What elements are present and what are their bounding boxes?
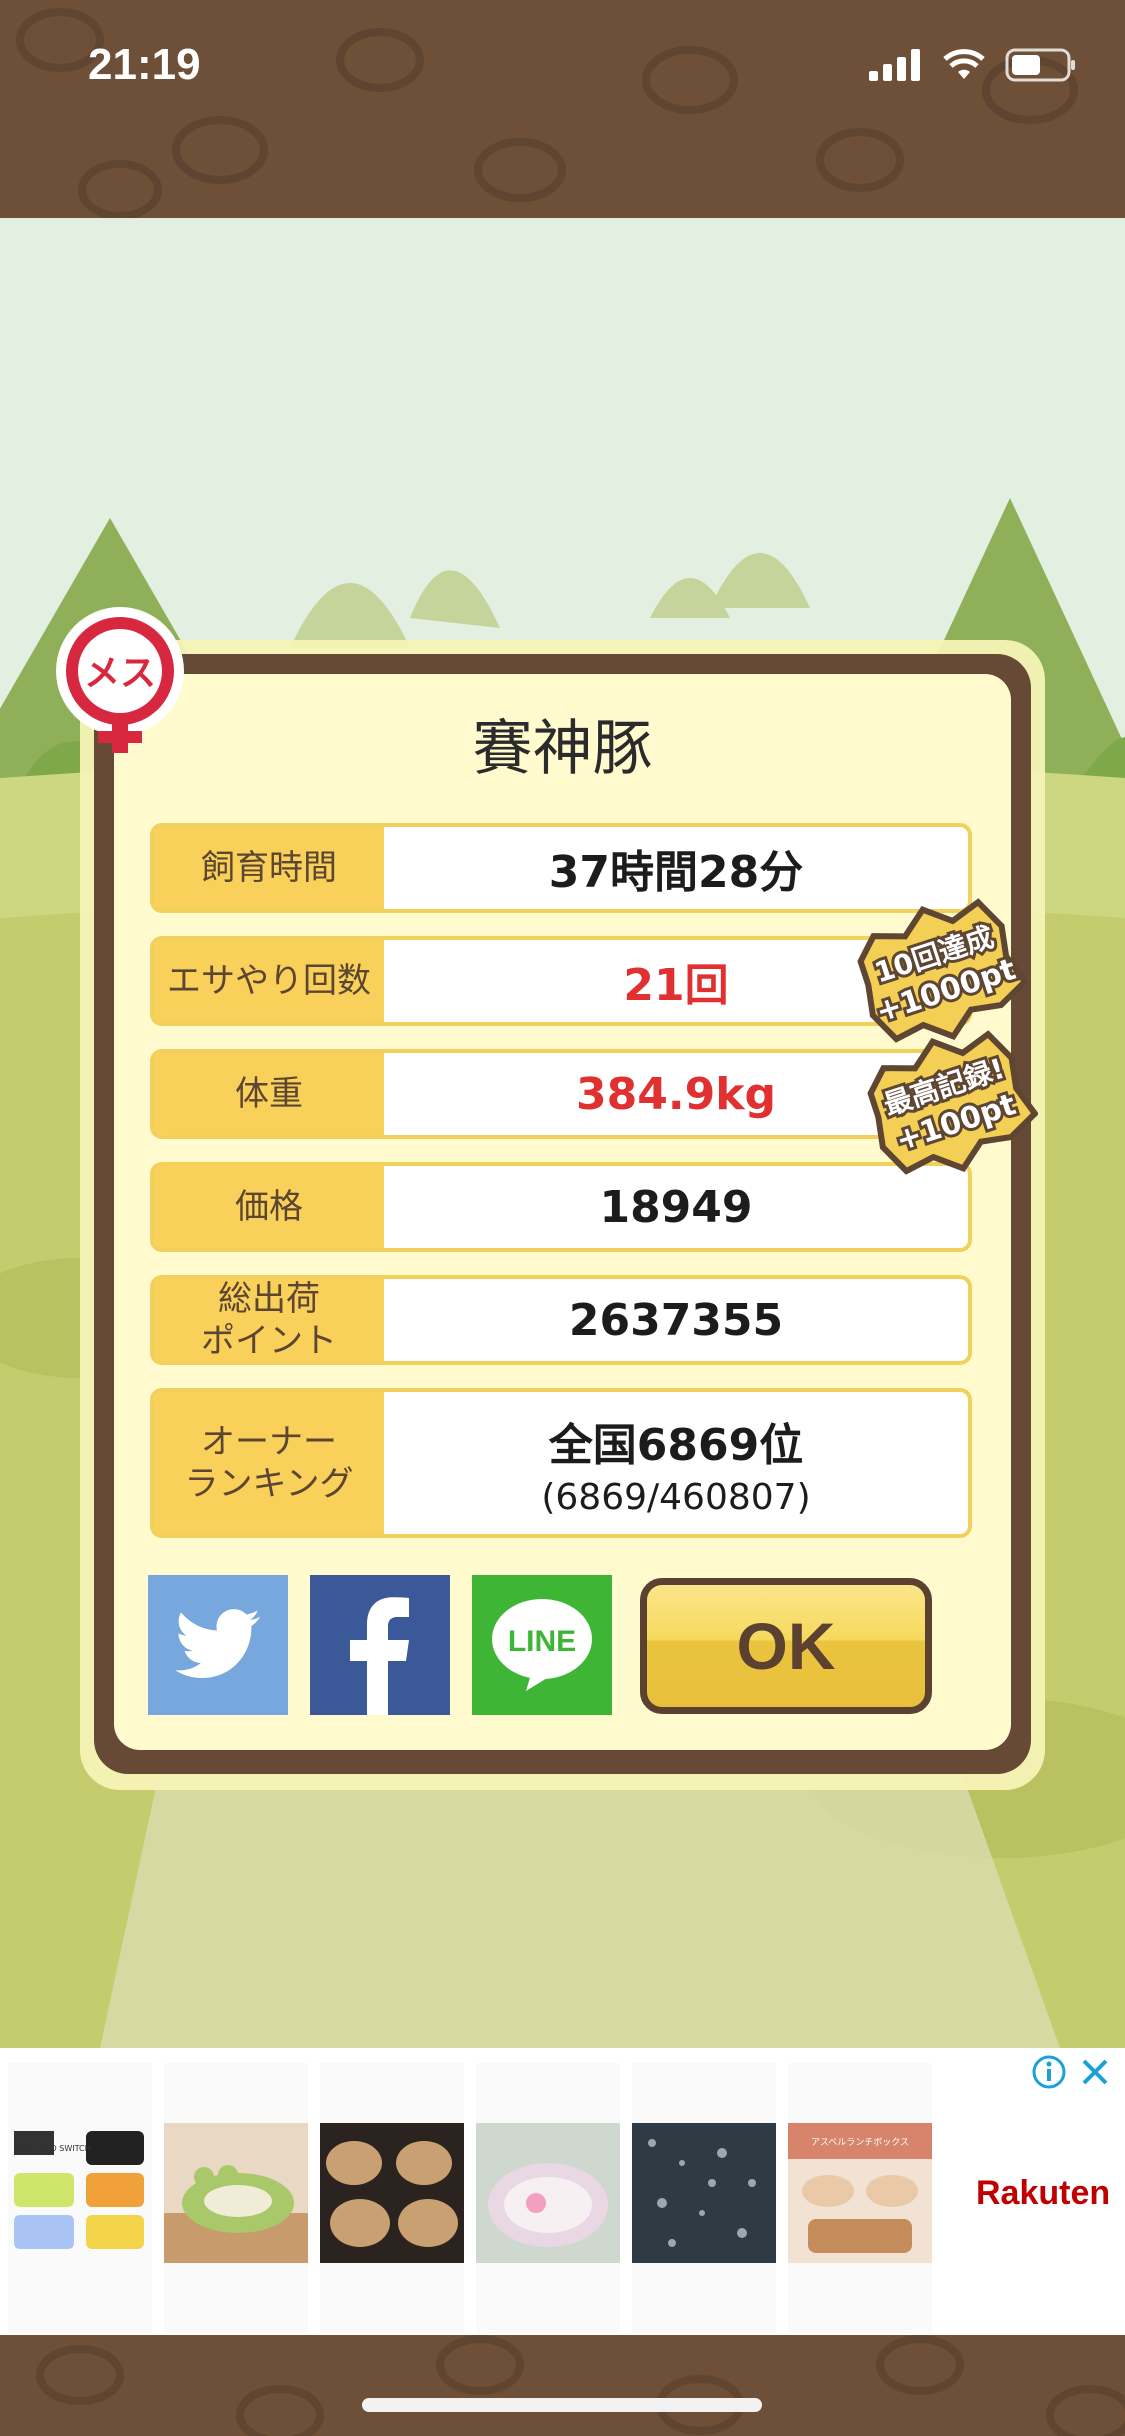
ad-thumb-glitter[interactable] <box>632 2063 776 2333</box>
stat-label: 総出荷 ポイント <box>154 1279 384 1361</box>
wifi-icon <box>943 49 985 79</box>
bento-text: アスベルランチボックス <box>811 2137 909 2148</box>
ad-close-icon[interactable] <box>1077 2054 1113 2090</box>
ad-thumb-play-mat[interactable] <box>476 2063 620 2333</box>
ad-thumb-bento[interactable]: アスベルランチボックス <box>788 2063 932 2333</box>
ranking-value: 全国6869位 <box>548 1419 804 1471</box>
stat-row-price: 価格 18949 <box>150 1162 972 1252</box>
glitter-image <box>632 2123 776 2263</box>
ad-info-icon[interactable] <box>1031 2054 1067 2090</box>
line-label: LINE <box>508 1625 576 1658</box>
stat-label: 価格 <box>154 1166 384 1248</box>
stat-value: 2637355 <box>568 1294 784 1346</box>
switch-text: NINTENDO SWITCH <box>14 2144 91 2153</box>
status-time: 21:19 <box>88 40 201 89</box>
battery-icon <box>1005 48 1075 82</box>
home-indicator[interactable] <box>362 2398 762 2412</box>
ad-banner[interactable]: NINTENDO SWITCH アスベルランチボックス Rakuten <box>0 2048 1125 2335</box>
stat-row-weight: 体重 384.9kg <box>150 1049 972 1139</box>
twitter-share-button[interactable] <box>148 1575 288 1715</box>
bottom-pattern-band <box>0 2335 1125 2436</box>
bonus-badge-feeding: 10回達成 +1000pt <box>857 898 1028 1043</box>
frog-bed-image <box>164 2123 308 2263</box>
switch-product-image: NINTENDO SWITCH <box>14 2131 144 2249</box>
ad-thumb-switch[interactable]: NINTENDO SWITCH <box>8 2063 152 2333</box>
ok-button[interactable]: OK <box>640 1578 932 1714</box>
stat-label: 飼育時間 <box>154 827 384 909</box>
bento-image: アスベルランチボックス <box>788 2123 932 2263</box>
bonus-badge-record: 最高記録! +100pt <box>867 1030 1038 1175</box>
stat-label: オーナー ランキング <box>154 1392 384 1534</box>
pig-name: 賽神豚 <box>472 714 653 784</box>
stat-label: エサやり回数 <box>154 940 384 1022</box>
signal-icon <box>869 49 920 81</box>
bean-pattern <box>36 2335 1125 2436</box>
stat-row-shipment-points: 総出荷 ポイント 2637355 <box>150 1275 972 1365</box>
status-bar: 21:19 <box>0 0 1125 130</box>
stat-label: 体重 <box>154 1053 384 1135</box>
cat-hats-image <box>320 2123 464 2263</box>
top-pattern-band: 21:19 <box>0 0 1125 218</box>
play-mat-image <box>476 2123 620 2263</box>
facebook-share-button[interactable] <box>310 1575 450 1715</box>
female-label: メス <box>84 653 156 694</box>
ad-thumb-cat-hats[interactable] <box>320 2063 464 2333</box>
stat-row-owner-ranking: オーナー ランキング 全国6869位 (6869/460807) <box>150 1388 972 1538</box>
rakuten-logo[interactable]: Rakuten <box>976 2174 1110 2213</box>
ranking-detail: (6869/460807) <box>541 1476 811 1518</box>
line-share-button[interactable]: LINE <box>472 1575 612 1715</box>
ad-thumb-frog-bed[interactable] <box>164 2063 308 2333</box>
stat-value: 37時間28分 <box>548 847 804 898</box>
